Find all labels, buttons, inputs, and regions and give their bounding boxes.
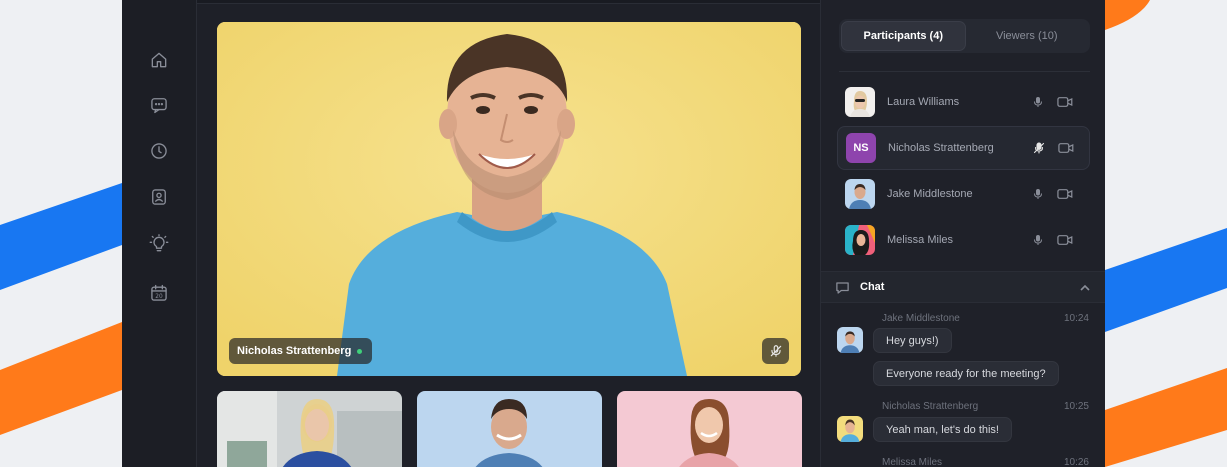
message-time: 10:26 (1063, 457, 1089, 467)
clock-icon[interactable] (146, 138, 172, 164)
avatar (845, 179, 875, 209)
message-sender: Nicholas Strattenberg (882, 401, 979, 412)
participant-name: Laura Williams (887, 96, 960, 108)
avatar (845, 87, 875, 117)
sidebar-rail: 20 (122, 0, 197, 467)
side-panel: Participants (4) Viewers (10) Laura Will… (820, 0, 1105, 467)
participant-row[interactable]: NS Nicholas Strattenberg (837, 126, 1090, 170)
participant-row[interactable]: Melissa Miles (837, 218, 1090, 262)
avatar (845, 225, 875, 255)
camera-icon[interactable] (1057, 187, 1073, 201)
lightbulb-icon[interactable] (146, 231, 172, 257)
participant-row[interactable]: Jake Middlestone (837, 172, 1090, 216)
speaker-name-tag: Nicholas Strattenberg (229, 338, 373, 364)
message-bubble: Yeah man, let's do this! (873, 417, 1012, 442)
contacts-icon[interactable] (146, 184, 172, 210)
mic-off-icon[interactable] (1032, 141, 1046, 155)
camera-icon[interactable] (1057, 233, 1073, 247)
panel-tabs: Participants (4) Viewers (10) (839, 19, 1090, 53)
avatar: NS (846, 133, 876, 163)
message-bubble: Everyone ready for the meeting? (873, 361, 1059, 386)
message-sender: Melissa Miles (882, 457, 943, 467)
svg-text:20: 20 (155, 294, 163, 300)
message-bubble: Hey guys!) (873, 328, 952, 353)
speaker-video (217, 22, 801, 376)
chat-header[interactable]: Chat (821, 271, 1105, 303)
divider (839, 71, 1090, 72)
participant-row[interactable]: Laura Williams (837, 80, 1090, 124)
mic-icon[interactable] (1031, 95, 1045, 109)
online-indicator (357, 348, 363, 354)
home-icon[interactable] (146, 47, 172, 73)
message-time: 10:25 (1063, 401, 1089, 412)
main-video-stage[interactable]: Nicholas Strattenberg (217, 22, 801, 376)
chevron-up-icon[interactable] (1080, 284, 1090, 291)
chat-title: Chat (860, 281, 885, 293)
video-thumbnail-jake[interactable] (417, 391, 602, 467)
chat-icon[interactable] (146, 92, 172, 118)
tab-viewers[interactable]: Viewers (10) (966, 21, 1089, 51)
camera-icon[interactable] (1058, 141, 1074, 155)
tab-participants[interactable]: Participants (4) (841, 21, 966, 51)
message-time: 10:24 (1063, 313, 1089, 324)
calendar-icon[interactable]: 20 (146, 280, 172, 306)
participant-name: Nicholas Strattenberg (888, 142, 994, 154)
avatar (837, 416, 863, 442)
avatar (837, 327, 863, 353)
participant-name: Jake Middlestone (887, 188, 973, 200)
video-thumbnail-melissa[interactable] (617, 391, 802, 467)
video-thumbnail-laura[interactable] (217, 391, 402, 467)
mic-icon[interactable] (1031, 187, 1045, 201)
camera-icon[interactable] (1057, 95, 1073, 109)
message-sender: Jake Middlestone (882, 313, 960, 324)
speaker-name: Nicholas Strattenberg (237, 345, 352, 357)
participant-name: Melissa Miles (887, 234, 954, 246)
mic-off-icon[interactable] (762, 338, 789, 364)
mic-icon[interactable] (1031, 233, 1045, 247)
chat-bubble-icon (836, 282, 849, 294)
meeting-app-window: 20 Nicholas Strattenberg Participants (4… (122, 0, 1105, 467)
